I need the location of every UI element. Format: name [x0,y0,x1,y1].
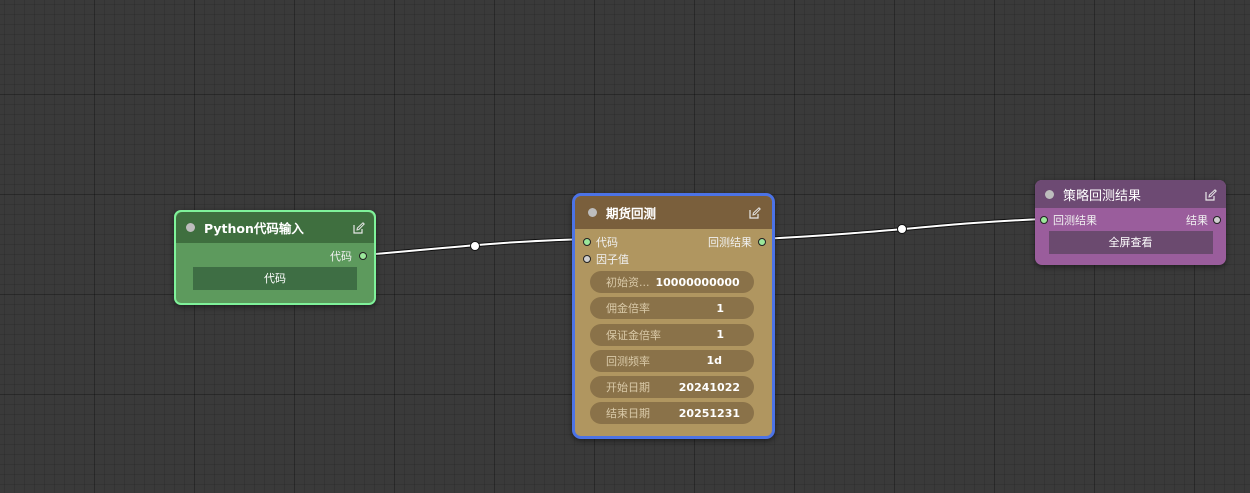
input-slot-dot[interactable] [583,254,591,263]
param-value: 10000000000 [655,275,740,289]
python-input-node[interactable]: Python代码输入 代码 代码 [174,210,376,305]
edit-icon[interactable] [353,222,365,234]
graph-canvas[interactable]: Python代码输入 代码 代码 期货回测 代码 回测结果 因子值 初始资...… [0,0,1250,493]
node-title-bar[interactable]: 策略回测结果 [1035,180,1226,208]
fullscreen-view-button[interactable]: 全屏查看 [1048,231,1213,254]
node-title-bar[interactable]: Python代码输入 [176,212,374,243]
link-midpoint[interactable] [470,241,480,251]
param-label: 佣金倍率 [606,302,650,316]
node-title: 期货回测 [606,206,657,221]
strategy-result-node[interactable]: 策略回测结果 回测结果 结果 全屏查看 [1035,180,1226,265]
node-title-bar[interactable]: 期货回测 [575,196,772,229]
output-slot-dot[interactable] [758,237,766,246]
futures-backtest-node[interactable]: 期货回测 代码 回测结果 因子值 初始资... 10000000000 佣金倍率… [572,193,775,439]
input-slot-dot[interactable] [1040,215,1048,224]
param-start-date[interactable]: 开始日期 20241022 [590,376,754,399]
output-slot-label: 结果 [1186,213,1208,227]
io-slot-row: 回测结果 结果 [1035,211,1226,228]
input-slot-label: 回测结果 [1053,213,1097,227]
param-label: 结束日期 [606,407,650,421]
param-value: 1 [716,328,724,342]
param-initial-capital[interactable]: 初始资... 10000000000 [590,271,754,293]
edit-icon[interactable] [749,207,761,219]
node-title: 策略回测结果 [1063,188,1142,204]
param-label: 回测频率 [606,354,650,368]
input-slot-row-code: 代码 回测结果 [575,233,772,250]
output-slot-dot[interactable] [1213,215,1221,224]
param-backtest-frequency[interactable]: 回测频率 1d [590,349,754,372]
edit-icon[interactable] [1205,189,1217,201]
param-value: 20241022 [678,380,740,394]
output-slot-dot[interactable] [359,251,367,260]
param-value: 1 [716,301,724,315]
link-midpoint[interactable] [897,224,907,234]
param-commission-multiplier[interactable]: 佣金倍率 1 [590,297,754,320]
input-slot-row-factor: 因子值 [575,250,772,267]
collapse-dot-icon[interactable] [1045,189,1054,199]
code-button[interactable]: 代码 [193,267,357,290]
node-title: Python代码输入 [204,221,304,236]
collapse-dot-icon[interactable] [588,208,597,217]
output-slot-label: 回测结果 [708,235,752,249]
collapse-dot-icon[interactable] [186,223,195,232]
input-slot-dot[interactable] [583,237,591,246]
param-label: 初始资... [606,276,650,289]
output-slot-row: 代码 [176,247,374,264]
output-slot-label: 代码 [330,249,352,263]
link-code-to-backtest[interactable] [362,237,588,257]
param-end-date[interactable]: 结束日期 20251231 [590,402,754,425]
param-label: 开始日期 [606,381,650,395]
input-slot-label: 因子值 [596,252,629,266]
link-backtest-to-result[interactable] [760,217,1044,241]
param-margin-multiplier[interactable]: 保证金倍率 1 [590,323,754,346]
input-slot-label: 代码 [596,235,618,249]
param-value: 20251231 [678,406,740,420]
param-label: 保证金倍率 [606,328,661,342]
param-value: 1d [706,354,722,368]
